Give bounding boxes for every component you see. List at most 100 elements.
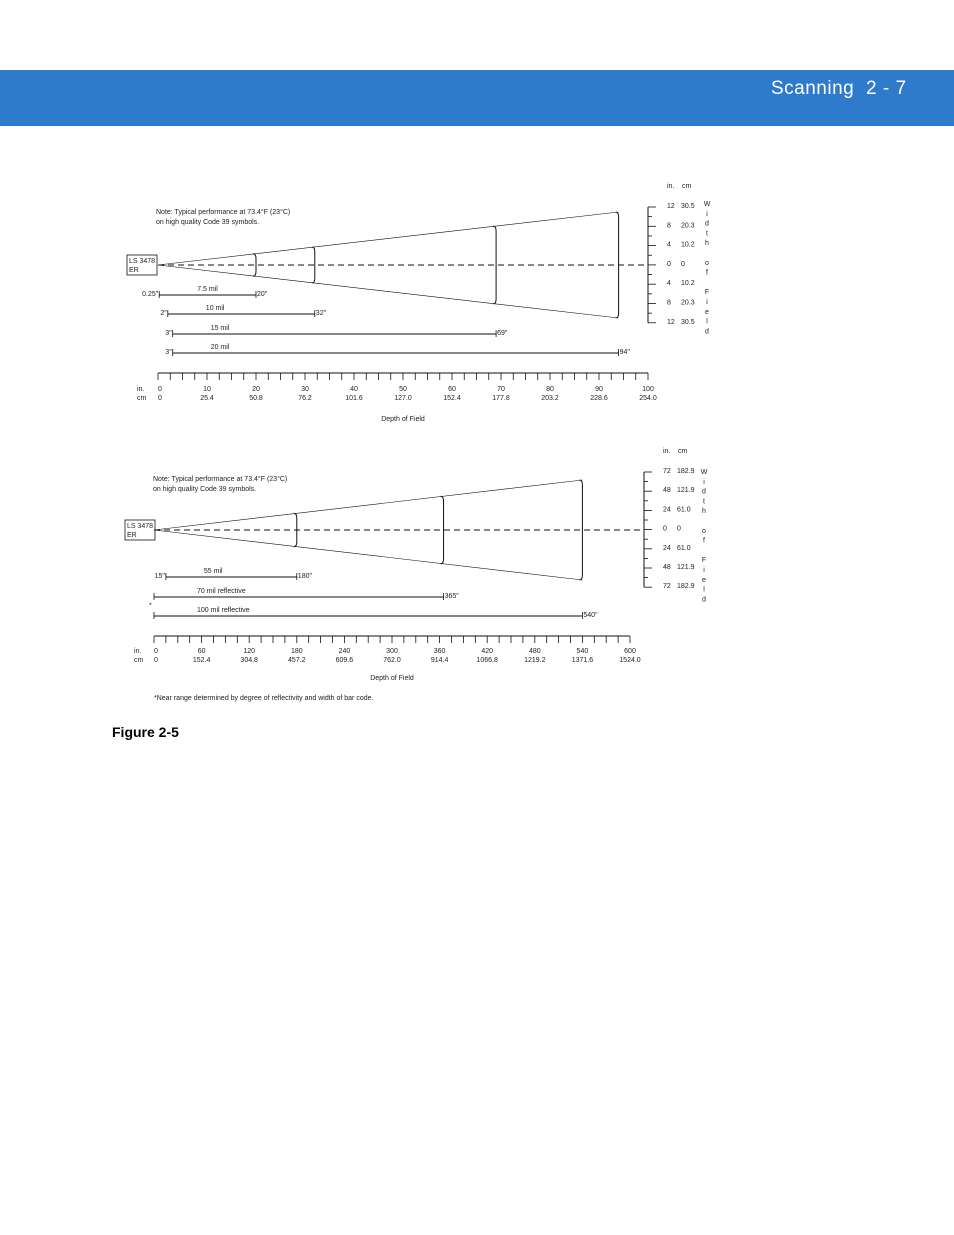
x-tick-in: 40 [350,386,358,393]
range-near-label: 15" [155,573,166,580]
width-axis-title-letter: h [705,240,709,247]
width-axis-title-letter: d [705,328,709,335]
x-tick-in: 50 [399,386,407,393]
x-tick-in: 480 [529,648,541,655]
x-tick-in: 540 [577,648,589,655]
range-label: 15 mil [211,325,230,332]
x-tick-in: 100 [642,386,654,393]
width-axis-title-letter: W [701,469,708,476]
x-tick-in: 300 [386,648,398,655]
x-tick-in: 70 [497,386,505,393]
x-tick-cm: 254.0 [639,395,657,402]
width-axis-title-letter: t [706,230,708,237]
width-tick-cm: 20.3 [681,222,695,229]
width-tick-in: 8 [667,300,671,307]
range-far-label: 540" [583,612,598,619]
x-tick-cm: 228.6 [590,395,608,402]
width-axis-title-letter: d [702,596,706,603]
range-far-label: 20" [257,291,268,298]
width-axis-title-letter: t [703,498,705,505]
width-unit-cm: cm [682,183,692,190]
scanner-label: LS 3478 [129,258,155,265]
width-axis-title-letter: f [706,270,708,277]
note-line: Note: Typical performance at 73.4°F (23°… [156,208,290,216]
width-unit-in: in. [663,448,670,455]
x-tick-cm: 25.4 [200,395,214,402]
width-tick-in: 4 [667,242,671,249]
width-tick-cm: 20.3 [681,300,695,307]
x-tick-cm: 914.4 [431,657,449,664]
range-near-label: 3" [165,330,172,337]
scanner-label: LS 3478 [127,523,153,530]
x-tick-in: 180 [291,648,303,655]
x-tick-cm: 0 [154,657,158,664]
x-tick-cm: 609.6 [336,657,354,664]
x-tick-in: 60 [198,648,206,655]
width-tick-cm: 0 [681,261,685,268]
x-unit-in: in. [137,386,144,393]
range-far-label: 180" [298,573,313,580]
x-unit-cm: cm [134,657,144,664]
x-tick-cm: 762.0 [383,657,401,664]
scanner-label: ER [127,532,137,539]
range-label: 7.5 mil [197,286,218,293]
width-axis-title-letter: W [704,201,711,208]
width-axis-title-letter: h [702,508,706,515]
width-tick-cm: 121.9 [677,564,695,571]
range-label: 55 mil [204,568,223,575]
width-tick-in: 0 [663,526,667,533]
x-tick-in: 80 [546,386,554,393]
x-unit-cm: cm [137,395,147,402]
x-tick-cm: 177.8 [492,395,510,402]
range-far-label: 94" [620,349,631,356]
x-tick-cm: 1524.0 [619,657,641,664]
width-tick-cm: 121.9 [677,487,695,494]
range-label: 10 mil [206,305,225,312]
x-tick-cm: 457.2 [288,657,306,664]
width-unit-cm: cm [678,448,688,455]
x-tick-in: 120 [243,648,255,655]
width-axis-title-letter: F [702,557,706,564]
width-axis-title-letter: i [706,299,708,306]
width-axis-title-letter: d [705,221,709,228]
width-tick-cm: 30.5 [681,319,695,326]
scanner-label: ER [129,267,139,274]
width-axis-title-letter: F [705,289,709,296]
width-axis-title-letter: i [706,211,708,218]
width-tick-cm: 182.9 [677,468,695,475]
range-label: 70 mil reflective [197,588,246,595]
x-tick-cm: 152.4 [193,657,211,664]
x-tick-in: 30 [301,386,309,393]
footnote: *Near range determined by degree of refl… [154,695,374,702]
width-axis-title-letter: l [706,319,708,326]
beam-edge-bottom [157,264,619,319]
note-line: on high quality Code 39 symbols. [156,219,259,226]
x-tick-cm: 1371.6 [572,657,594,664]
x-tick-cm: 101.6 [345,395,363,402]
width-axis-title-letter: d [702,489,706,496]
width-tick-in: 8 [667,222,671,229]
width-axis-title-letter: e [702,577,706,584]
range-near-label: 3" [165,349,172,356]
scan-width-arc [615,211,620,319]
width-unit-in: in. [667,183,674,190]
x-tick-cm: 76.2 [298,395,312,402]
x-tick-cm: 0 [158,395,162,402]
note-line: on high quality Code 39 symbols. [153,486,256,493]
width-tick-cm: 61.0 [677,506,691,513]
x-axis-title: Depth of Field [370,675,414,682]
range-far-label: 69" [497,330,508,337]
width-axis-title-letter: l [703,587,705,594]
width-tick-in: 4 [667,280,671,287]
width-tick-in: 24 [663,545,671,552]
x-tick-cm: 203.2 [541,395,559,402]
range-far-label: 365" [445,593,460,600]
asterisk: * [149,603,152,610]
x-tick-in: 600 [624,648,636,655]
width-tick-cm: 30.5 [681,203,695,210]
x-tick-in: 420 [481,648,493,655]
width-tick-in: 24 [663,506,671,513]
x-tick-in: 10 [203,386,211,393]
x-tick-in: 240 [339,648,351,655]
x-tick-in: 60 [448,386,456,393]
